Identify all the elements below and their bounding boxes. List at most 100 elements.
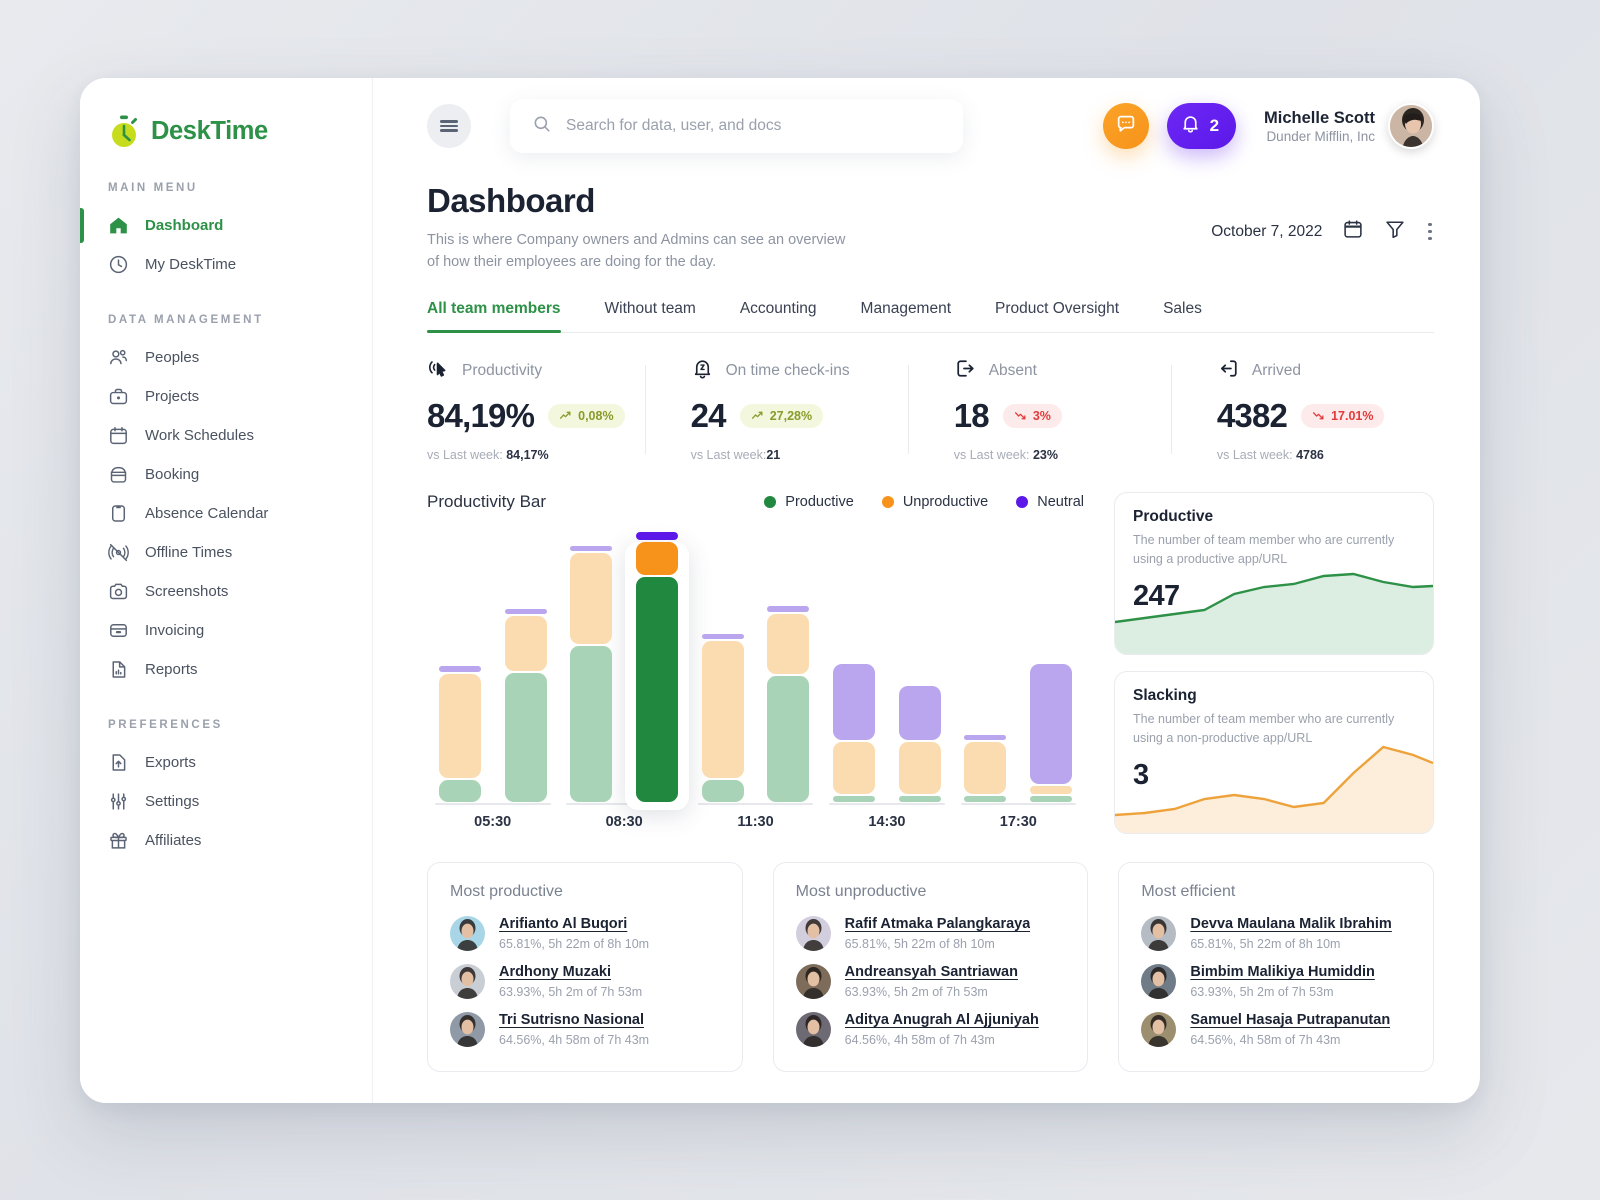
- brand[interactable]: DeskTime: [80, 108, 372, 154]
- x-tick-label: 17:30: [953, 814, 1084, 830]
- list-item[interactable]: Andreansyah Santriawan63.93%, 5h 2m of 7…: [796, 964, 1066, 999]
- list-item[interactable]: Rafif Atmaka Palangkaraya65.81%, 5h 22m …: [796, 916, 1066, 951]
- sidebar-item-peoples[interactable]: Peoples: [80, 338, 372, 377]
- list-item[interactable]: Samuel Hasaja Putrapanutan64.56%, 4h 58m…: [1141, 1012, 1411, 1047]
- list-item-name[interactable]: Samuel Hasaja Putrapanutan: [1190, 1012, 1390, 1028]
- ranking-card: Most productiveArifianto Al Buqori65.81%…: [427, 862, 743, 1072]
- more-vertical-icon[interactable]: [1426, 221, 1434, 243]
- chart-group: [953, 530, 1084, 804]
- chart-bar[interactable]: [887, 530, 953, 804]
- chart-bar[interactable]: [821, 530, 887, 804]
- sidebar-item-affiliates[interactable]: Affiliates: [80, 821, 372, 860]
- search-bar[interactable]: [510, 99, 963, 153]
- chart-bar[interactable]: [558, 530, 624, 804]
- sidebar-item-label: Screenshots: [145, 583, 228, 600]
- chart-bar[interactable]: [756, 530, 822, 804]
- list-item[interactable]: Devva Maulana Malik Ibrahim65.81%, 5h 22…: [1141, 916, 1411, 951]
- chart-segment-unprod: [439, 674, 481, 778]
- chart-bar[interactable]: [624, 530, 690, 804]
- list-item[interactable]: Tri Sutrisno Nasional64.56%, 4h 58m of 7…: [450, 1012, 720, 1047]
- kpi-compare-label: vs Last week:: [954, 448, 1030, 462]
- sidebar-item-exports[interactable]: Exports: [80, 743, 372, 782]
- avatar: [450, 916, 485, 951]
- list-item-meta: 63.93%, 5h 2m of 7h 53m: [1190, 985, 1375, 999]
- people-icon: [108, 347, 129, 368]
- sidebar-item-work-schedules[interactable]: Work Schedules: [80, 416, 372, 455]
- legend-label: Unproductive: [903, 494, 988, 510]
- list-item-name[interactable]: Aditya Anugrah Al Ajjuniyah: [845, 1012, 1039, 1028]
- legend-label: Neutral: [1037, 494, 1084, 510]
- list-item-name[interactable]: Tri Sutrisno Nasional: [499, 1012, 649, 1028]
- sidebar-item-invoicing[interactable]: Invoicing: [80, 611, 372, 650]
- file-upload-icon: [108, 752, 129, 773]
- chart-bar[interactable]: [427, 530, 493, 804]
- list-item[interactable]: Aditya Anugrah Al Ajjuniyah64.56%, 4h 58…: [796, 1012, 1066, 1047]
- tab-product-oversight[interactable]: Product Oversight: [995, 300, 1119, 332]
- chart-bar[interactable]: [690, 530, 756, 804]
- list-item[interactable]: Arifianto Al Buqori65.81%, 5h 22m of 8h …: [450, 916, 720, 951]
- list-item-name[interactable]: Arifianto Al Buqori: [499, 916, 649, 932]
- filter-icon[interactable]: [1384, 218, 1406, 245]
- page-subtitle: This is where Company owners and Admins …: [427, 229, 857, 274]
- sidebar-item-projects[interactable]: Projects: [80, 377, 372, 416]
- tab-accounting[interactable]: Accounting: [740, 300, 817, 332]
- list-item-name[interactable]: Andreansyah Santriawan: [845, 964, 1018, 980]
- chart-title: Productivity Bar: [427, 492, 546, 512]
- tab-all-team-members[interactable]: All team members: [427, 300, 561, 332]
- card-description: The number of team member who are curren…: [1133, 531, 1415, 569]
- sidebar-item-screenshots[interactable]: Screenshots: [80, 572, 372, 611]
- chart-x-axis: 05:30 08:30 11:30 14:30 17:30: [427, 814, 1084, 830]
- chart-bar[interactable]: [953, 530, 1019, 804]
- list-item-name[interactable]: Bimbim Malikiya Humiddin: [1190, 964, 1375, 980]
- avatar: [1141, 964, 1176, 999]
- sidebar-item-reports[interactable]: Reports: [80, 650, 372, 689]
- sidebar-item-offline-times[interactable]: Offline Times: [80, 533, 372, 572]
- chart-segment-prod: [636, 577, 678, 802]
- sidebar-item-booking[interactable]: Booking: [80, 455, 372, 494]
- tab-management[interactable]: Management: [861, 300, 951, 332]
- legend-item-neutral[interactable]: Neutral: [1016, 494, 1084, 510]
- chart-segment-unprod: [570, 553, 612, 643]
- chart-segment-unprod: [833, 742, 875, 794]
- badge-value: 27,28%: [770, 409, 812, 423]
- ranking-lists: Most productiveArifianto Al Buqori65.81%…: [427, 862, 1434, 1072]
- legend-item-unproductive[interactable]: Unproductive: [882, 494, 988, 510]
- notifications-button[interactable]: 2: [1167, 103, 1236, 149]
- kpi-compare-label: vs Last week:: [427, 448, 503, 462]
- avatar[interactable]: [1388, 103, 1434, 149]
- kpi-compare-label: vs Last week:: [691, 448, 767, 462]
- list-item[interactable]: Bimbim Malikiya Humiddin 63.93%, 5h 2m of…: [1141, 964, 1411, 999]
- card-value: 3: [1133, 759, 1415, 792]
- list-item-name[interactable]: Devva Maulana Malik Ibrahim: [1190, 916, 1391, 932]
- search-icon: [532, 114, 552, 139]
- tab-without-team[interactable]: Without team: [605, 300, 696, 332]
- login-icon: [1217, 357, 1240, 385]
- chart-bar[interactable]: [493, 530, 559, 804]
- clipboard-icon: [108, 503, 129, 524]
- status-badge: 27,28%: [740, 404, 823, 428]
- list-item-name[interactable]: Rafif Atmaka Palangkaraya: [845, 916, 1031, 932]
- chart-bar[interactable]: [1018, 530, 1084, 804]
- list-item[interactable]: Ardhony Muzaki63.93%, 5h 2m of 7h 53m: [450, 964, 720, 999]
- sidebar-item-dashboard[interactable]: Dashboard: [80, 206, 372, 245]
- kpi-compare-value: 21: [766, 448, 780, 462]
- list-item-name[interactable]: Ardhony Muzaki: [499, 964, 642, 980]
- card-value: 247: [1133, 580, 1415, 613]
- calendar-icon[interactable]: [1342, 218, 1364, 245]
- kpi-compare-value: 84,17%: [506, 448, 548, 462]
- tab-sales[interactable]: Sales: [1163, 300, 1202, 332]
- user-profile[interactable]: Michelle Scott Dunder Mifflin, Inc: [1264, 103, 1434, 149]
- sidebar-item-settings[interactable]: Settings: [80, 782, 372, 821]
- sidebar-item-absence-calendar[interactable]: Absence Calendar: [80, 494, 372, 533]
- chat-button[interactable]: [1103, 103, 1149, 149]
- alarm-icon: [691, 357, 714, 385]
- hamburger-icon[interactable]: [427, 104, 471, 148]
- badge-value: 17.01%: [1331, 409, 1373, 423]
- badge-value: 0,08%: [578, 409, 613, 423]
- sidebar-item-my-desktime[interactable]: My DeskTime: [80, 245, 372, 284]
- search-input[interactable]: [566, 117, 941, 135]
- chart-segment-prod: [899, 796, 941, 801]
- legend-item-productive[interactable]: Productive: [764, 494, 854, 510]
- legend-dot: [764, 496, 776, 508]
- avatar: [450, 1012, 485, 1047]
